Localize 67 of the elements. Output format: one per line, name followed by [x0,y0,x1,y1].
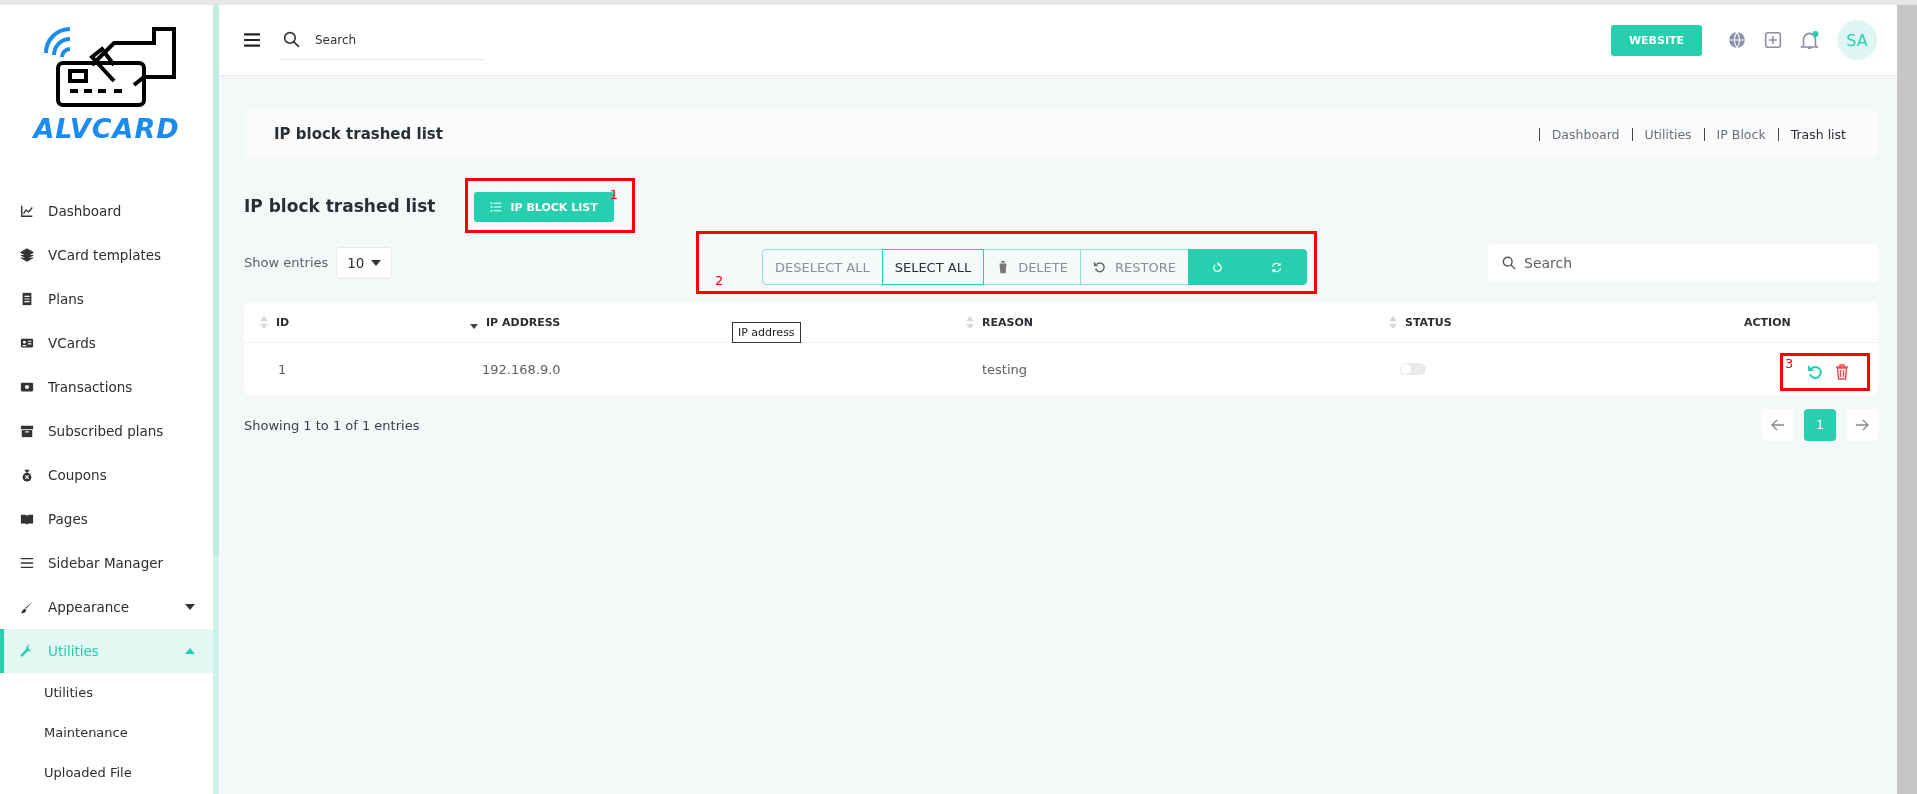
sidebar-item[interactable]: Plans [0,277,213,321]
wrench-icon [20,644,34,658]
brush-icon [20,600,34,614]
bell-icon [1800,30,1819,50]
sidebar-item[interactable]: VCard templates [0,233,213,277]
arrow-right-icon [1855,419,1869,431]
sidebar-item[interactable]: Pages [0,497,213,541]
refresh-icon [1270,260,1284,274]
table-cell-text: testing [981,360,1029,379]
scrollbar[interactable] [213,5,219,794]
globe-icon [1728,31,1746,49]
archive-box-icon [20,424,34,438]
list-icon [20,556,34,570]
banknote-icon [20,380,34,394]
page-title: IP block trashed list [274,125,444,143]
sidebar-subitem[interactable]: Uploaded File [0,753,213,793]
brand-name: ALVCARD [33,113,180,144]
search-icon [283,30,300,48]
sidebar-item[interactable]: Transactions [0,365,213,409]
column-header[interactable]: ACTION [1728,302,1878,343]
caret-icon [371,259,382,266]
toolbar-button[interactable] [1187,249,1248,285]
sidebar-subitem[interactable]: Utilities [0,673,213,713]
sidebar-item[interactable]: Subscribed plans [0,409,213,453]
sidebar-item[interactable]: Coupons [0,453,213,497]
column-header[interactable]: STATUS [1373,302,1728,343]
restore-button[interactable] [1807,364,1823,380]
entries-select[interactable]: 10 [336,246,393,279]
table-search-field[interactable]: Search [1488,243,1878,282]
add-square-icon [1764,31,1782,49]
annotation-number: 2 [715,273,725,288]
money-bag-icon [20,468,34,482]
column-header[interactable]: REASON [950,302,1373,343]
breadcrumb-link[interactable]: Trash list [1777,127,1846,141]
sidebar-subitem[interactable]: Maintenance [0,713,213,753]
list-icon [490,201,503,213]
show-entries-label: Show entries [244,255,329,270]
scrollbar[interactable] [1897,5,1917,794]
id-card-icon [20,336,34,350]
layers-icon [20,248,34,262]
arrow-left-icon [1771,419,1785,431]
undo-icon [1093,260,1107,274]
sidebar-item[interactable]: VCards [0,321,213,365]
column-header[interactable]: ID [244,302,454,343]
sidebar-item[interactable]: Appearance [0,585,213,629]
toolbar-button[interactable]: SELECT ALL [881,249,985,285]
annotation-number: 3 [1785,356,1794,371]
tooltip: IP address [732,322,801,343]
sidebar-item[interactable]: Sidebar Manager [0,541,213,585]
sidebar-item[interactable]: Dashboard [0,189,213,233]
rotate-icon [1211,260,1225,274]
search-field[interactable]: Search [279,20,484,60]
delete-button[interactable] [1835,364,1849,380]
table-cell-text: 1 [277,360,288,379]
book-icon [20,512,34,526]
breadcrumb-link[interactable]: Utilities [1631,127,1704,141]
next-page-button[interactable] [1846,409,1878,441]
breadcrumb-link[interactable]: Dashboard [1538,127,1632,141]
breadcrumb-link[interactable]: IP Block [1703,127,1778,141]
section-title: IP block trashed list [244,195,436,216]
chart-icon [20,204,34,218]
document-icon [20,292,34,306]
previous-page-button[interactable] [1762,409,1794,441]
toolbar-button[interactable] [1246,249,1307,285]
table-cell-text: 192.168.9.0 [481,360,562,379]
entries-info: Showing 1 to 1 of 1 entries [244,417,421,433]
menu-icon [243,31,261,49]
